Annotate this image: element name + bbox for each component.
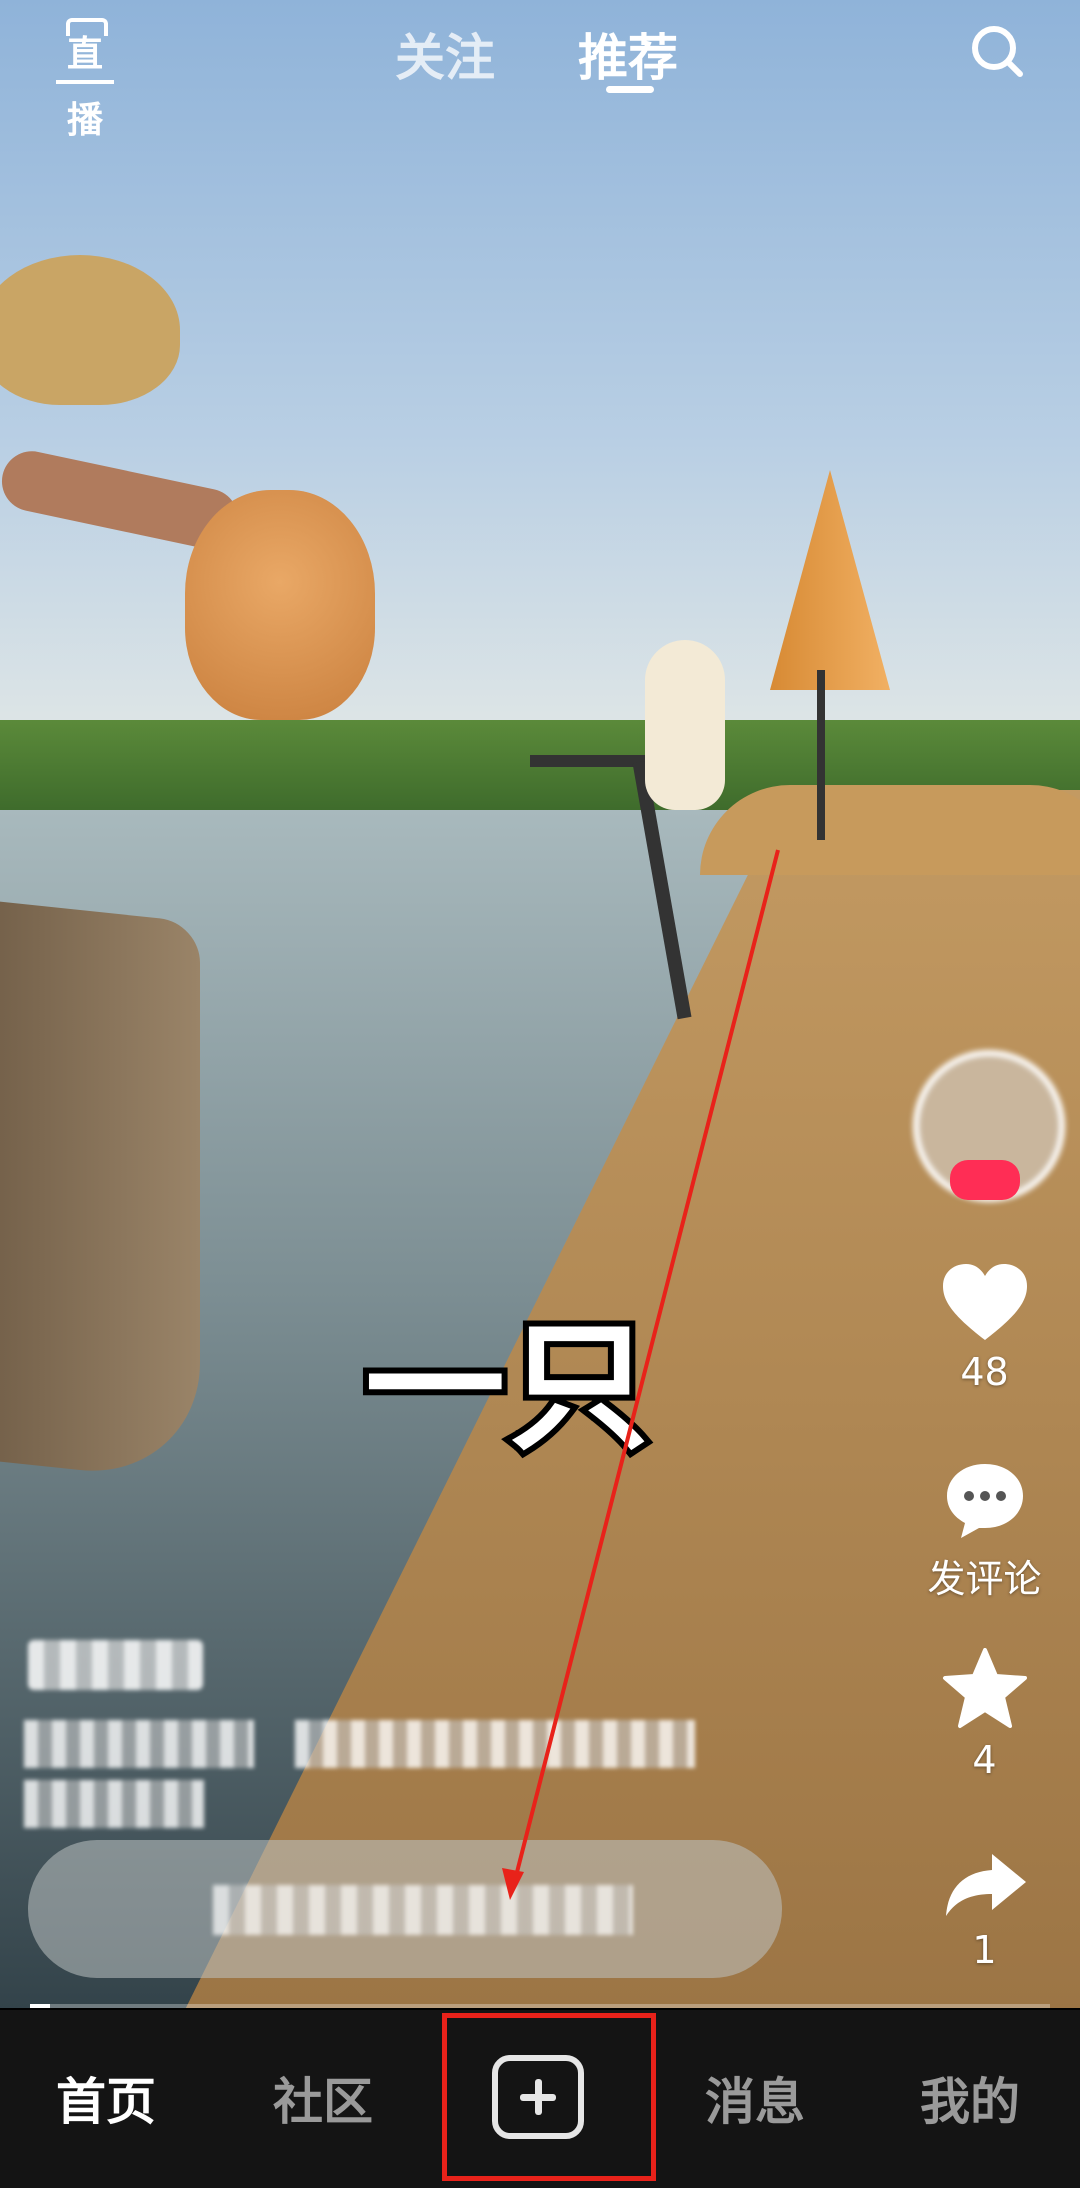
description-redacted: [295, 1720, 695, 1768]
video-caption: 一只: [359, 1301, 655, 1476]
comment-placeholder-redacted: [213, 1885, 633, 1935]
comment-input[interactable]: [28, 1840, 782, 1978]
follow-badge[interactable]: [950, 1160, 1020, 1200]
comment-icon: [946, 1464, 1023, 1538]
nav-messages[interactable]: 消息: [705, 2062, 805, 2134]
favorite-count: 4: [972, 1738, 997, 1782]
live-label: 直播: [66, 34, 103, 141]
nav-home[interactable]: 首页: [56, 2062, 156, 2134]
description-redacted: [24, 1780, 204, 1828]
active-tab-indicator: [606, 86, 654, 93]
favorite-button[interactable]: 4: [912, 1648, 1057, 1782]
heart-icon: [942, 1264, 1027, 1340]
description-redacted: [24, 1720, 254, 1768]
share-button[interactable]: 1: [912, 1850, 1057, 1972]
tab-recommend[interactable]: 推荐: [578, 18, 678, 90]
top-bar: 直播 关注 推荐: [0, 0, 1080, 141]
like-button[interactable]: 48: [912, 1262, 1057, 1394]
live-button[interactable]: 直播: [52, 18, 118, 141]
video-boat-left: [0, 897, 200, 1483]
search-icon: [972, 26, 1023, 77]
live-icon: [66, 18, 108, 36]
comment-label: 发评论: [927, 1557, 1042, 1601]
video-bird: [645, 640, 725, 810]
share-count: 1: [972, 1928, 997, 1972]
video-boat-rim: [700, 785, 1080, 875]
comment-button[interactable]: 发评论: [912, 1460, 1057, 1603]
annotation-highlight-box: [442, 2013, 656, 2181]
like-count: 48: [960, 1350, 1009, 1394]
video-umbrella-pole: [817, 670, 825, 840]
video-progress-fill: [30, 2004, 51, 2008]
nav-community[interactable]: 社区: [273, 2062, 373, 2134]
author-name-redacted[interactable]: [28, 1640, 203, 1690]
nav-me[interactable]: 我的: [920, 2062, 1020, 2134]
star-icon: [942, 1648, 1027, 1728]
share-arrow-icon: [945, 1854, 1026, 1916]
video-progress-bar[interactable]: [30, 2004, 1050, 2008]
search-button[interactable]: [968, 22, 1028, 82]
tab-follow[interactable]: 关注: [395, 18, 495, 90]
video-cat: [185, 490, 375, 720]
